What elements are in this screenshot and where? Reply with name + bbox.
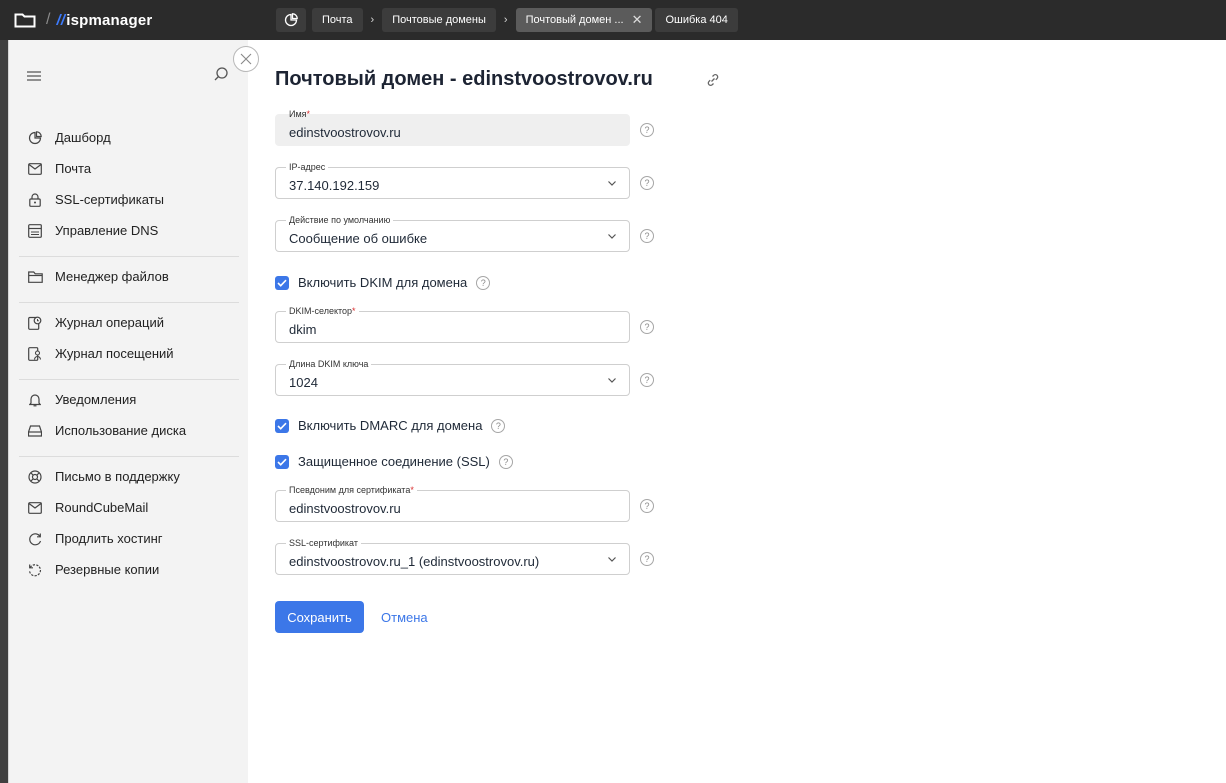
sidebar: Дашборд Почта SSL-сертификаты Управление… <box>8 40 248 783</box>
ssl-enable-label[interactable]: Защищенное соединение (SSL) <box>298 454 490 469</box>
dkim-selector-value: dkim <box>289 322 317 337</box>
help-icon[interactable]: ? <box>640 552 654 566</box>
help-icon[interactable]: ? <box>640 373 654 387</box>
help-icon[interactable]: ? <box>491 418 506 433</box>
ip-address-value: 37.140.192.159 <box>289 178 380 193</box>
link-icon[interactable] <box>705 72 721 88</box>
help-icon[interactable]: ? <box>640 320 654 334</box>
search-icon[interactable] <box>213 66 229 82</box>
dashboard-icon <box>284 13 298 27</box>
folder-icon <box>14 13 36 28</box>
dkim-enable-row: Включить DKIM для домена ? <box>275 275 491 290</box>
sidebar-item-support[interactable]: Письмо в поддержку <box>19 461 239 492</box>
dmarc-enable-checkbox[interactable] <box>275 418 289 433</box>
support-icon <box>27 469 43 485</box>
help-icon[interactable]: ? <box>640 229 654 243</box>
ssl-enable-checkbox[interactable] <box>275 454 289 469</box>
name-value: edinstvoostrovov.ru <box>289 125 401 140</box>
hamburger-menu-icon[interactable] <box>27 71 41 81</box>
help-icon[interactable]: ? <box>640 176 654 190</box>
help-icon[interactable]: ? <box>498 454 513 469</box>
dkim-key-length-value: 1024 <box>289 375 318 390</box>
dkim-enable-checkbox[interactable] <box>275 275 289 290</box>
dmarc-enable-label[interactable]: Включить DMARC для домена <box>298 418 482 433</box>
checkmark-icon <box>277 458 287 466</box>
collapse-sidebar-button[interactable] <box>233 46 259 72</box>
window-left-edge <box>0 40 8 783</box>
brand-logo: //ispmanager <box>56 11 153 29</box>
sidebar-item-disk-usage[interactable]: Использование диска <box>19 415 239 446</box>
sidebar-item-notifications[interactable]: Уведомления <box>19 384 239 415</box>
nav-group-main: Дашборд Почта SSL-сертификаты Управление… <box>19 118 239 257</box>
ip-address-select[interactable]: IP-адрес 37.140.192.159 <box>275 161 630 199</box>
nav-group-system: Уведомления Использование диска <box>19 380 239 457</box>
backup-icon <box>27 562 43 578</box>
breadcrumb-mail-domain-tab[interactable]: Почтовый домен ... ✕ <box>515 8 653 32</box>
cert-alias-value: edinstvoostrovov.ru <box>289 501 401 516</box>
sidebar-item-ssl[interactable]: SSL-сертификаты <box>19 184 239 215</box>
dkim-key-length-select[interactable]: Длина DKIM ключа 1024 <box>275 358 630 396</box>
breadcrumb-chevron-icon: › <box>503 14 508 26</box>
dkim-enable-label[interactable]: Включить DKIM для домена <box>298 275 467 290</box>
sidebar-item-operations-log[interactable]: Журнал операций <box>19 307 239 338</box>
ssl-certificate-select[interactable]: SSL-сертификат edinstvoostrovov.ru_1 (ed… <box>275 537 630 575</box>
checkmark-icon <box>277 422 287 430</box>
dkim-selector-input[interactable]: DKIM-селектор* dkim <box>275 305 630 343</box>
save-button[interactable]: Сохранить <box>275 601 364 633</box>
cert-alias-input[interactable]: Псевдоним для сертификата* edinstvoostro… <box>275 484 630 522</box>
nav-group-logs: Журнал операций Журнал посещений <box>19 303 239 380</box>
dns-icon <box>27 223 43 239</box>
sidebar-nav: Дашборд Почта SSL-сертификаты Управление… <box>9 118 249 595</box>
default-action-select[interactable]: Действие по умолчанию Сообщение об ошибк… <box>275 214 630 252</box>
sidebar-item-mail[interactable]: Почта <box>19 153 239 184</box>
breadcrumb-mail[interactable]: Почта <box>312 8 363 32</box>
breadcrumb-error-404[interactable]: Ошибка 404 <box>655 8 738 32</box>
nav-group-files: Менеджер файлов <box>19 257 239 303</box>
cancel-button[interactable]: Отмена <box>381 610 428 625</box>
operations-log-icon <box>27 315 43 331</box>
disk-icon <box>27 423 43 439</box>
bell-icon <box>27 392 43 408</box>
breadcrumb: Почта › Почтовые домены › Почтовый домен… <box>276 8 738 32</box>
chevron-down-icon <box>608 378 616 383</box>
chevron-down-icon <box>608 234 616 239</box>
sidebar-item-file-manager[interactable]: Менеджер файлов <box>19 261 239 292</box>
name-field: Имя* edinstvoostrovov.ru <box>275 109 630 146</box>
nav-group-support: Письмо в поддержку RoundCubeMail Продлит… <box>19 457 239 595</box>
sidebar-item-visits-log[interactable]: Журнал посещений <box>19 338 239 369</box>
help-icon[interactable]: ? <box>640 499 654 513</box>
help-icon[interactable]: ? <box>640 123 654 137</box>
mail-icon <box>27 500 43 516</box>
brand[interactable]: / //ispmanager <box>0 11 248 29</box>
dashboard-icon <box>27 130 43 146</box>
breadcrumb-mail-domains[interactable]: Почтовые домены <box>382 8 496 32</box>
close-icon <box>240 53 252 65</box>
top-bar: / //ispmanager Почта › Почтовые домены ›… <box>0 0 1226 40</box>
lock-icon <box>27 192 43 208</box>
sidebar-item-dashboard[interactable]: Дашборд <box>19 122 239 153</box>
help-icon[interactable]: ? <box>476 275 491 290</box>
checkmark-icon <box>277 279 287 287</box>
chevron-down-icon <box>608 181 616 186</box>
close-tab-icon[interactable]: ✕ <box>632 12 643 28</box>
renew-icon <box>27 531 43 547</box>
sidebar-item-backups[interactable]: Резервные копии <box>19 554 239 585</box>
breadcrumb-chevron-icon: › <box>370 14 375 26</box>
page-title: Почтовый домен - edinstvoostrovov.ru <box>275 68 653 90</box>
ssl-enable-row: Защищенное соединение (SSL) ? <box>275 454 513 469</box>
default-action-value: Сообщение об ошибке <box>289 231 428 246</box>
sidebar-item-roundcube[interactable]: RoundCubeMail <box>19 492 239 523</box>
chevron-down-icon <box>608 557 616 562</box>
visits-log-icon <box>27 346 43 362</box>
folder-icon <box>27 269 43 285</box>
sidebar-item-dns[interactable]: Управление DNS <box>19 215 239 246</box>
dmarc-enable-row: Включить DMARC для домена ? <box>275 418 506 433</box>
brand-slash: / <box>46 11 51 28</box>
ssl-certificate-value: edinstvoostrovov.ru_1 (edinstvoostrovov.… <box>289 554 540 569</box>
dashboard-crumb-button[interactable] <box>276 8 306 32</box>
sidebar-item-renew-hosting[interactable]: Продлить хостинг <box>19 523 239 554</box>
mail-icon <box>27 161 43 177</box>
